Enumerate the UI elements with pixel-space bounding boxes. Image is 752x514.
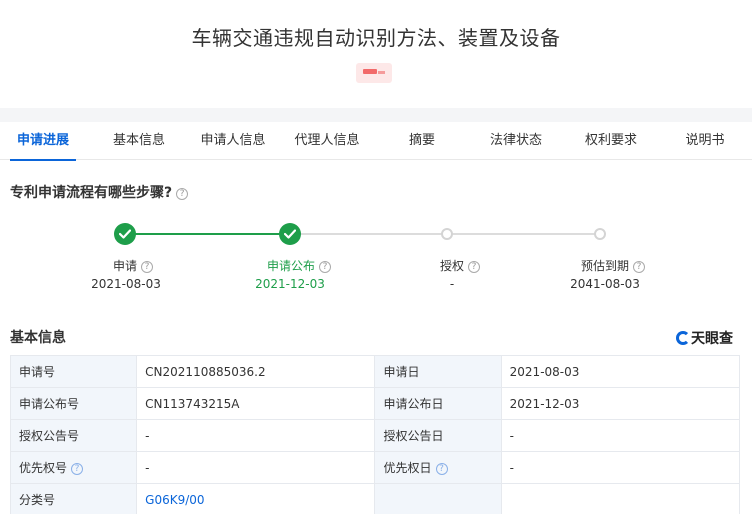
tianyancha-logo-icon — [676, 331, 690, 345]
cell-value: - — [500, 451, 741, 484]
cell-key: 授权公告日 — [374, 419, 502, 452]
cell-key — [374, 483, 502, 514]
classification-link[interactable]: G06K9/00 — [136, 483, 376, 514]
cell-value: - — [500, 419, 741, 452]
cell-value: 2021-08-03 — [500, 355, 741, 388]
step-date-apply: 2021-08-03 — [91, 277, 161, 291]
status-badge — [356, 63, 392, 83]
cell-key: 申请号 — [9, 355, 138, 388]
cell-value: CN202110885036.2 — [136, 355, 376, 388]
divider-band — [0, 108, 752, 122]
tab-claims[interactable]: 权利要求 — [578, 122, 644, 160]
cell-value: 2021-12-03 — [500, 387, 741, 420]
table-row: 申请号 CN202110885036.2 申请日 2021-08-03 — [9, 355, 741, 388]
progress-track-done — [125, 233, 290, 235]
table-row: 优先权号? - 优先权日? - — [9, 451, 741, 484]
tab-basic-info[interactable]: 基本信息 — [106, 122, 172, 160]
help-icon[interactable]: ? — [176, 188, 189, 200]
cell-key: 分类号 — [9, 483, 138, 514]
help-icon[interactable]: ? — [141, 261, 154, 273]
page-title: 车辆交通违规自动识别方法、装置及设备 — [191, 26, 561, 50]
tab-legal-status[interactable]: 法律状态 — [483, 122, 549, 160]
cell-key: 申请日 — [374, 355, 502, 388]
process-question-text: 专利申请流程有哪些步骤? — [10, 185, 173, 201]
step-date-grant: - — [449, 277, 455, 291]
cell-key: 申请公布号 — [9, 387, 138, 420]
check-icon — [284, 229, 296, 239]
tab-progress[interactable]: 申请进展 — [10, 122, 76, 161]
cell-value — [500, 483, 741, 514]
process-question: 专利申请流程有哪些步骤?? — [10, 182, 189, 202]
step-label-publish: 申请公布? — [267, 257, 332, 274]
tab-bar: 申请进展 基本信息 申请人信息 代理人信息 摘要 法律状态 权利要求 说明书 — [0, 122, 752, 161]
tab-agent-info[interactable]: 代理人信息 — [287, 122, 367, 160]
step-label-expire: 预估到期? — [581, 257, 646, 274]
help-icon[interactable]: ? — [71, 463, 84, 475]
step-date-publish: 2021-12-03 — [255, 277, 325, 291]
cell-key: 优先权号? — [9, 451, 138, 484]
help-icon[interactable]: ? — [468, 261, 481, 273]
check-icon — [119, 229, 131, 239]
step-node-publish — [279, 223, 301, 245]
step-date-expire: 2041-08-03 — [570, 277, 640, 291]
step-node-grant — [441, 228, 453, 240]
step-node-apply — [114, 223, 136, 245]
basic-info-title: 基本信息 — [10, 330, 66, 346]
table-row: 授权公告号 - 授权公告日 - — [9, 419, 741, 452]
cell-value: - — [136, 451, 376, 484]
cell-key: 授权公告号 — [9, 419, 138, 452]
step-label-apply: 申请? — [113, 257, 154, 274]
table-row: 申请公布号 CN113743215A 申请公布日 2021-12-03 — [9, 387, 741, 420]
help-icon[interactable]: ? — [319, 261, 332, 273]
cell-key: 申请公布日 — [374, 387, 502, 420]
table-row: 分类号 G06K9/00 — [9, 483, 741, 514]
help-icon[interactable]: ? — [435, 463, 448, 475]
step-label-grant: 授权? — [440, 257, 481, 274]
tab-applicant-info[interactable]: 申请人信息 — [193, 122, 273, 160]
brand-logo[interactable]: 天眼查 — [676, 328, 733, 348]
tab-description[interactable]: 说明书 — [680, 122, 730, 160]
cell-value: - — [136, 419, 376, 452]
step-node-expire — [594, 228, 606, 240]
cell-value: CN113743215A — [136, 387, 376, 420]
tab-abstract[interactable]: 摘要 — [400, 122, 444, 160]
help-icon[interactable]: ? — [633, 261, 646, 273]
title-area: 车辆交通违规自动识别方法、装置及设备 — [0, 0, 752, 108]
basic-info-table: 申请号 CN202110885036.2 申请日 2021-08-03 申请公布… — [9, 355, 741, 514]
cell-key: 优先权日? — [374, 451, 502, 484]
